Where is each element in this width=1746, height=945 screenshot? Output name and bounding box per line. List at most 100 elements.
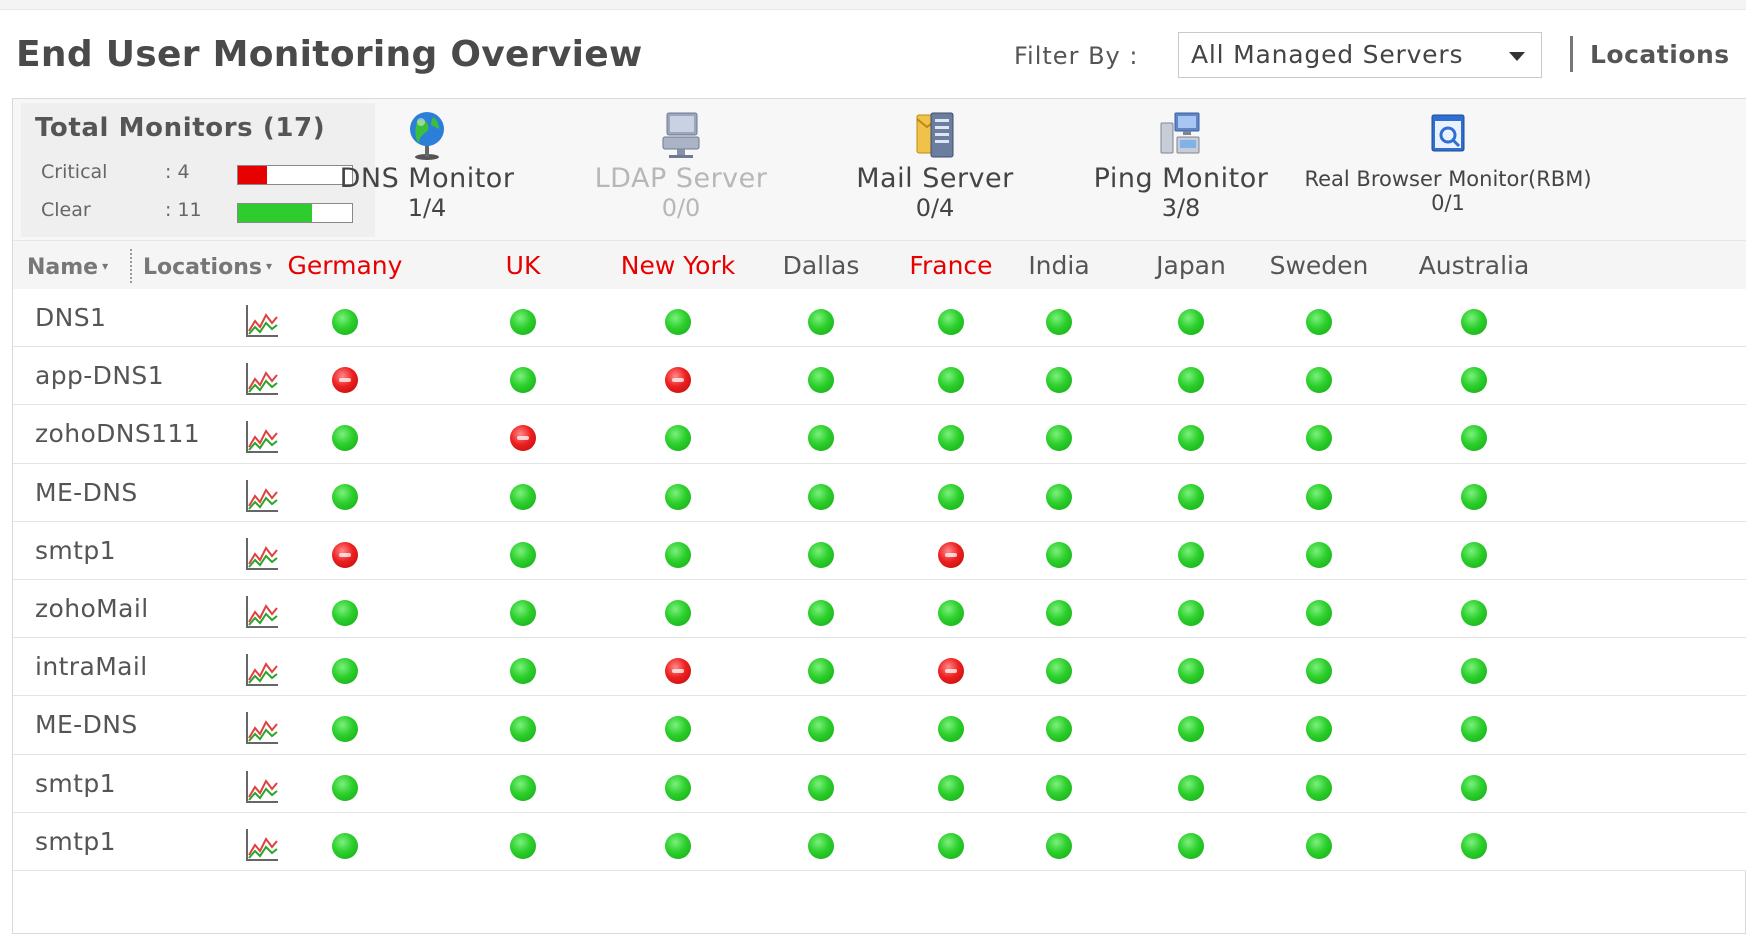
line-graph-icon[interactable]	[244, 419, 280, 455]
status-up-icon[interactable]	[808, 658, 834, 685]
status-up-icon[interactable]	[1178, 309, 1204, 335]
status-up-icon[interactable]	[938, 600, 964, 626]
location-header-australia[interactable]: Australia	[1394, 251, 1554, 280]
status-up-icon[interactable]	[1046, 541, 1072, 568]
status-up-icon[interactable]	[1306, 716, 1332, 743]
status-up-icon[interactable]	[510, 832, 536, 859]
status-up-icon[interactable]	[1178, 483, 1204, 510]
status-up-icon[interactable]	[510, 774, 536, 801]
monitor-name-link[interactable]: smtp1	[35, 536, 116, 565]
status-up-icon[interactable]	[1306, 658, 1332, 685]
line-graph-icon[interactable]	[244, 361, 280, 397]
status-up-icon[interactable]	[1046, 425, 1072, 452]
status-up-icon[interactable]	[1178, 541, 1204, 568]
status-up-icon[interactable]	[1306, 483, 1332, 510]
line-graph-icon[interactable]	[244, 769, 280, 805]
status-up-icon[interactable]	[332, 716, 358, 743]
status-up-icon[interactable]	[938, 367, 964, 394]
status-up-icon[interactable]	[1461, 541, 1487, 568]
status-up-icon[interactable]	[1046, 774, 1072, 801]
location-header-sweden[interactable]: Sweden	[1239, 251, 1399, 280]
status-up-icon[interactable]	[332, 483, 358, 510]
name-column-header[interactable]: Name ▾	[27, 255, 108, 280]
status-up-icon[interactable]	[510, 600, 536, 626]
status-up-icon[interactable]	[1046, 832, 1072, 859]
status-up-icon[interactable]	[1461, 716, 1487, 743]
line-graph-icon[interactable]	[244, 536, 280, 572]
status-up-icon[interactable]	[938, 425, 964, 452]
status-up-icon[interactable]	[665, 774, 691, 801]
status-up-icon[interactable]	[1046, 367, 1072, 394]
line-graph-icon[interactable]	[244, 303, 280, 339]
status-up-icon[interactable]	[665, 600, 691, 626]
status-up-icon[interactable]	[808, 425, 834, 452]
status-up-icon[interactable]	[1046, 309, 1072, 335]
status-up-icon[interactable]	[1046, 600, 1072, 626]
status-up-icon[interactable]	[808, 367, 834, 394]
status-down-icon[interactable]	[938, 541, 964, 568]
monitor-name-link[interactable]: zohoDNS111	[35, 419, 200, 448]
status-down-icon[interactable]	[665, 367, 691, 394]
status-up-icon[interactable]	[332, 774, 358, 801]
monitor-type-rbm[interactable]: Real Browser Monitor(RBM) 0/1	[1293, 109, 1603, 215]
monitor-name-link[interactable]: ME-DNS	[35, 478, 138, 507]
status-up-icon[interactable]	[1306, 832, 1332, 859]
status-down-icon[interactable]	[938, 658, 964, 685]
locations-link[interactable]: Locations	[1590, 40, 1730, 69]
status-up-icon[interactable]	[332, 425, 358, 452]
status-up-icon[interactable]	[808, 774, 834, 801]
status-up-icon[interactable]	[665, 716, 691, 743]
status-up-icon[interactable]	[510, 716, 536, 743]
status-up-icon[interactable]	[1178, 367, 1204, 394]
status-up-icon[interactable]	[808, 541, 834, 568]
status-up-icon[interactable]	[665, 483, 691, 510]
status-up-icon[interactable]	[1046, 716, 1072, 743]
status-up-icon[interactable]	[808, 716, 834, 743]
monitor-type-mail[interactable]: Mail Server 0/4	[835, 109, 1035, 222]
monitor-name-link[interactable]: intraMail	[35, 652, 148, 681]
status-up-icon[interactable]	[1461, 832, 1487, 859]
status-up-icon[interactable]	[938, 483, 964, 510]
status-up-icon[interactable]	[1046, 483, 1072, 510]
monitor-name-link[interactable]: smtp1	[35, 827, 116, 856]
monitor-name-link[interactable]: zohoMail	[35, 594, 149, 623]
locations-column-header[interactable]: Locations ▾	[143, 255, 272, 280]
status-up-icon[interactable]	[1178, 832, 1204, 859]
status-up-icon[interactable]	[1178, 425, 1204, 452]
status-up-icon[interactable]	[332, 309, 358, 335]
status-up-icon[interactable]	[1306, 367, 1332, 394]
monitor-name-link[interactable]: ME-DNS	[35, 710, 138, 739]
status-down-icon[interactable]	[332, 367, 358, 394]
monitor-name-link[interactable]: app-DNS1	[35, 361, 164, 390]
filter-dropdown[interactable]: All Managed Servers	[1178, 32, 1542, 78]
status-up-icon[interactable]	[1461, 309, 1487, 335]
location-header-germany[interactable]: Germany	[265, 251, 425, 280]
line-graph-icon[interactable]	[244, 710, 280, 746]
status-up-icon[interactable]	[808, 832, 834, 859]
line-graph-icon[interactable]	[244, 827, 280, 863]
status-up-icon[interactable]	[1178, 600, 1204, 626]
column-separator[interactable]	[130, 249, 132, 283]
status-up-icon[interactable]	[808, 483, 834, 510]
status-up-icon[interactable]	[1306, 541, 1332, 568]
status-up-icon[interactable]	[510, 309, 536, 335]
status-up-icon[interactable]	[1178, 774, 1204, 801]
monitor-type-ldap[interactable]: LDAP Server 0/0	[581, 109, 781, 222]
status-up-icon[interactable]	[808, 309, 834, 335]
status-up-icon[interactable]	[1461, 600, 1487, 626]
status-up-icon[interactable]	[665, 309, 691, 335]
status-up-icon[interactable]	[938, 774, 964, 801]
status-up-icon[interactable]	[665, 541, 691, 568]
status-down-icon[interactable]	[510, 425, 536, 452]
status-up-icon[interactable]	[510, 541, 536, 568]
total-monitors-label[interactable]: Total Monitors (17)	[35, 113, 325, 143]
status-up-icon[interactable]	[938, 309, 964, 335]
status-up-icon[interactable]	[1461, 658, 1487, 685]
status-up-icon[interactable]	[1306, 774, 1332, 801]
status-up-icon[interactable]	[1306, 309, 1332, 335]
monitor-type-ping[interactable]: Ping Monitor 3/8	[1081, 109, 1281, 222]
status-down-icon[interactable]	[665, 658, 691, 685]
status-up-icon[interactable]	[808, 600, 834, 626]
monitor-name-link[interactable]: smtp1	[35, 769, 116, 798]
line-graph-icon[interactable]	[244, 652, 280, 688]
